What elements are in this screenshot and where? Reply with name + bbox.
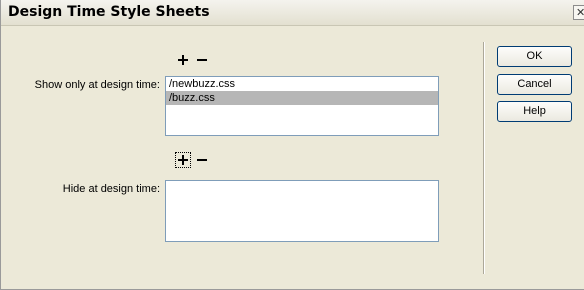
add-show-stylesheet-button[interactable] <box>175 52 191 68</box>
show-only-label: Show only at design time: <box>34 79 160 91</box>
show-only-listbox[interactable]: /newbuzz.css /buzz.css <box>165 76 439 136</box>
remove-hide-stylesheet-button[interactable] <box>194 152 210 168</box>
list-item-selected[interactable]: /buzz.css <box>166 91 438 105</box>
title-bar: Design Time Style Sheets ✕ <box>1 0 584 26</box>
hide-at-design-time-label: Hide at design time: <box>62 183 160 195</box>
minus-icon <box>197 59 207 61</box>
hide-at-design-time-listbox[interactable] <box>165 180 439 242</box>
ok-button[interactable]: OK <box>497 46 572 67</box>
cancel-button[interactable]: Cancel <box>497 74 572 95</box>
design-time-style-sheets-dialog: Design Time Style Sheets ✕ Show only at … <box>0 0 584 290</box>
close-icon[interactable]: ✕ <box>573 5 584 20</box>
plus-icon <box>178 55 188 65</box>
remove-show-stylesheet-button[interactable] <box>194 52 210 68</box>
dialog-title: Design Time Style Sheets <box>8 4 210 20</box>
list-item[interactable]: /newbuzz.css <box>166 77 438 91</box>
plus-icon <box>178 155 188 165</box>
divider <box>483 42 485 274</box>
help-button[interactable]: Help <box>497 101 572 122</box>
add-hide-stylesheet-button[interactable] <box>175 152 191 168</box>
minus-icon <box>197 159 207 161</box>
